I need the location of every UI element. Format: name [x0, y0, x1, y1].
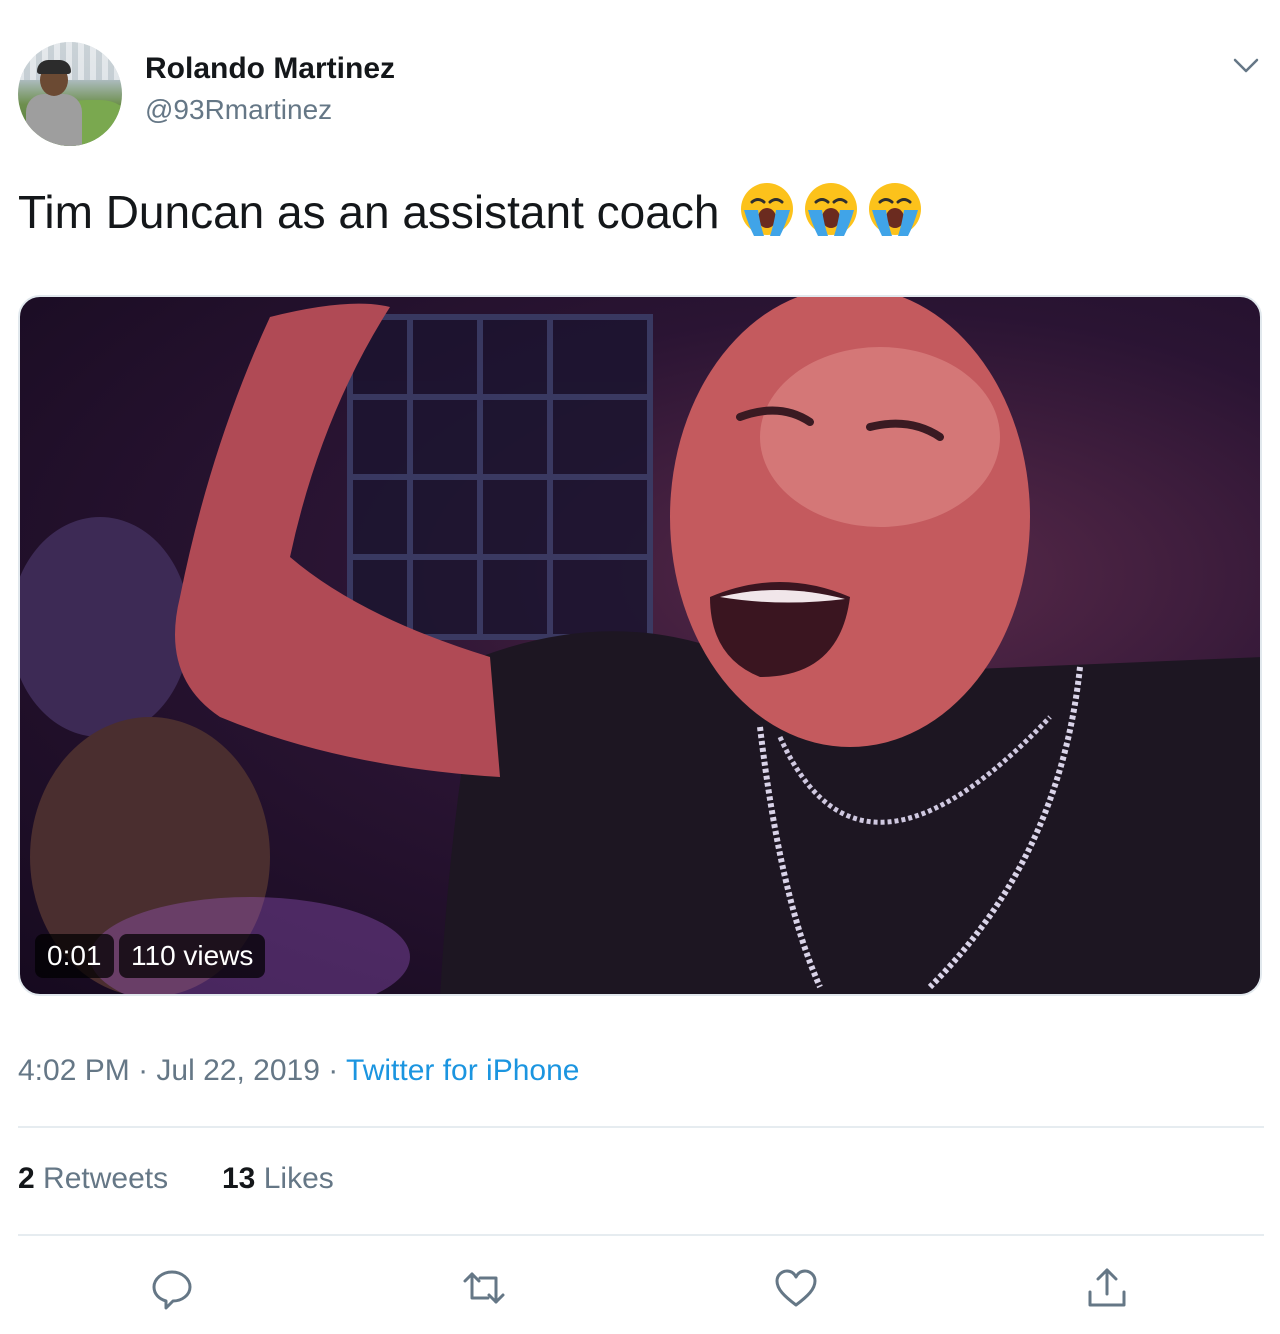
video-frame [20, 297, 1260, 994]
avatar-person-body [26, 94, 82, 146]
retweet-icon[interactable] [462, 1266, 506, 1310]
meta-separator: · [328, 1054, 339, 1087]
tweet-source-link[interactable]: Twitter for iPhone [346, 1054, 579, 1087]
video-player[interactable] [18, 295, 1262, 996]
loudly-crying-face-icon [869, 183, 922, 236]
share-icon[interactable] [1085, 1266, 1129, 1310]
tweet-time[interactable]: 4:02 PM [18, 1054, 130, 1087]
author-name[interactable]: Rolando Martinez [145, 52, 395, 86]
retweets-label: Retweets [43, 1162, 169, 1195]
retweets-stat[interactable]: 2 Retweets [18, 1162, 168, 1196]
likes-count: 13 [222, 1162, 256, 1195]
chevron-down-icon[interactable] [1232, 56, 1260, 76]
reply-icon[interactable] [150, 1266, 194, 1310]
tweet-meta: 4:02 PM · Jul 22, 2019 · Twitter for iPh… [18, 1054, 579, 1088]
tweet-date[interactable]: Jul 22, 2019 [156, 1054, 319, 1087]
tweet-body: Tim Duncan as an assistant coach [18, 186, 720, 238]
tweet-text: Tim Duncan as an assistant coach [18, 180, 924, 239]
meta-separator: · [138, 1054, 149, 1087]
video-views-badge: 110 views [119, 934, 266, 978]
likes-stat[interactable]: 13 Likes [222, 1162, 334, 1196]
author-handle[interactable]: @93Rmartinez [145, 94, 332, 126]
loudly-crying-face-icon [741, 183, 794, 236]
loudly-crying-face-icon [805, 183, 858, 236]
retweets-count: 2 [18, 1162, 35, 1195]
video-duration-badge: 0:01 [35, 934, 114, 978]
divider [18, 1126, 1264, 1128]
like-icon[interactable] [774, 1266, 818, 1310]
avatar-person-hat [37, 60, 71, 74]
divider [18, 1234, 1264, 1236]
likes-label: Likes [263, 1162, 334, 1195]
avatar-stadium-stands [18, 42, 122, 80]
avatar[interactable] [18, 42, 122, 146]
